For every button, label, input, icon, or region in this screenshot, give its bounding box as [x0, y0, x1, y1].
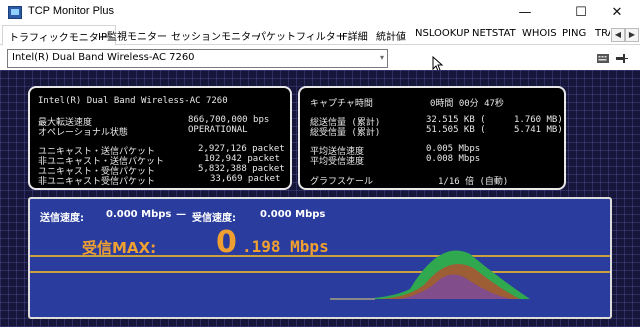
window-title: TCP Monitor Plus [28, 5, 114, 17]
capture-time-label: キャプチャ時間 [310, 99, 373, 109]
avg-recv-label: 平均受信速度 [310, 157, 365, 167]
nuc-send-value: 102,942 packet [204, 154, 280, 164]
tab-ping[interactable]: PING [562, 28, 586, 39]
chevron-down-icon: ▾ [379, 53, 384, 62]
tab-if-detail[interactable]: IF詳細 [339, 28, 368, 43]
traffic-graph [330, 250, 530, 300]
tab-packet-filter[interactable]: パケットフィルター [256, 28, 346, 43]
avg-send-value: 0.005 Mbps [426, 144, 481, 154]
pin-icon[interactable] [614, 51, 628, 65]
interface-name: Intel(R) Dual Band Wireless-AC 7260 [38, 96, 228, 106]
tab-netstat[interactable]: NETSTAT [472, 28, 516, 39]
tab-nslookup[interactable]: NSLOOKUP [415, 28, 469, 39]
tab-scroll-right-icon[interactable]: ▶ [625, 28, 639, 42]
total-recv-mb: 5.741 MB) [514, 125, 563, 135]
keyboard-icon[interactable] [596, 51, 610, 65]
tab-bar: トラフィックモニター IP監視モニター セッションモニター パケットフィルター … [0, 25, 640, 46]
avg-recv-value: 0.008 Mbps [426, 154, 481, 164]
adapter-select[interactable]: Intel(R) Dual Band Wireless-AC 7260 ▾ [7, 49, 388, 68]
tab-traceroute[interactable]: TRA [595, 28, 610, 39]
adapter-select-value: Intel(R) Dual Band Wireless-AC 7260 [12, 52, 195, 63]
title-bar: TCP Monitor Plus — ☐ ✕ [0, 0, 640, 25]
nuc-recv-label: 非ユニキャスト受信パケット [38, 177, 156, 187]
graph-scale-value: 1/16 倍 (自動) [438, 177, 509, 187]
tab-scroll-left-icon[interactable]: ◀ [611, 28, 625, 42]
app-icon [8, 6, 22, 19]
rate-graph-panel: 送信速度: 0.000 Mbps — 受信速度: 0.000 Mbps 受信MA… [28, 197, 612, 319]
capture-time-value: 0時間 00分 47秒 [430, 99, 504, 109]
toolbar: Intel(R) Dual Band Wireless-AC 7260 ▾ [0, 46, 640, 70]
minimize-button[interactable]: — [502, 0, 548, 25]
tab-statistics[interactable]: 統計値 [376, 28, 406, 43]
total-recv-label: 総受信量 (累計) [310, 128, 381, 138]
op-state-label: オペレーショナル状態 [38, 128, 128, 138]
total-send-kb: 32.515 KB ( [426, 115, 486, 125]
capture-stats-box: キャプチャ時間 0時間 00分 47秒 総送信量 (累計) 32.515 KB … [298, 86, 566, 190]
uc-send-value: 2,927,126 packet [198, 144, 285, 154]
tab-whois[interactable]: WHOIS [522, 28, 557, 39]
tab-session-monitor[interactable]: セッションモニター [171, 28, 261, 43]
close-button[interactable]: ✕ [594, 0, 640, 25]
max-speed-value: 866,700,000 bps [188, 115, 270, 125]
nuc-recv-value: 33,669 packet [210, 174, 281, 184]
uc-recv-value: 5,832,388 packet [198, 164, 285, 174]
tab-ip-monitor[interactable]: IP監視モニター [98, 28, 167, 43]
interface-info-box: Intel(R) Dual Band Wireless-AC 7260 最大転送… [28, 86, 292, 190]
op-state-value: OPERATIONAL [188, 125, 248, 135]
graph-scale-label: グラフスケール [310, 177, 374, 187]
total-send-mb: 1.760 MB) [514, 115, 563, 125]
total-recv-kb: 51.505 KB ( [426, 125, 486, 135]
